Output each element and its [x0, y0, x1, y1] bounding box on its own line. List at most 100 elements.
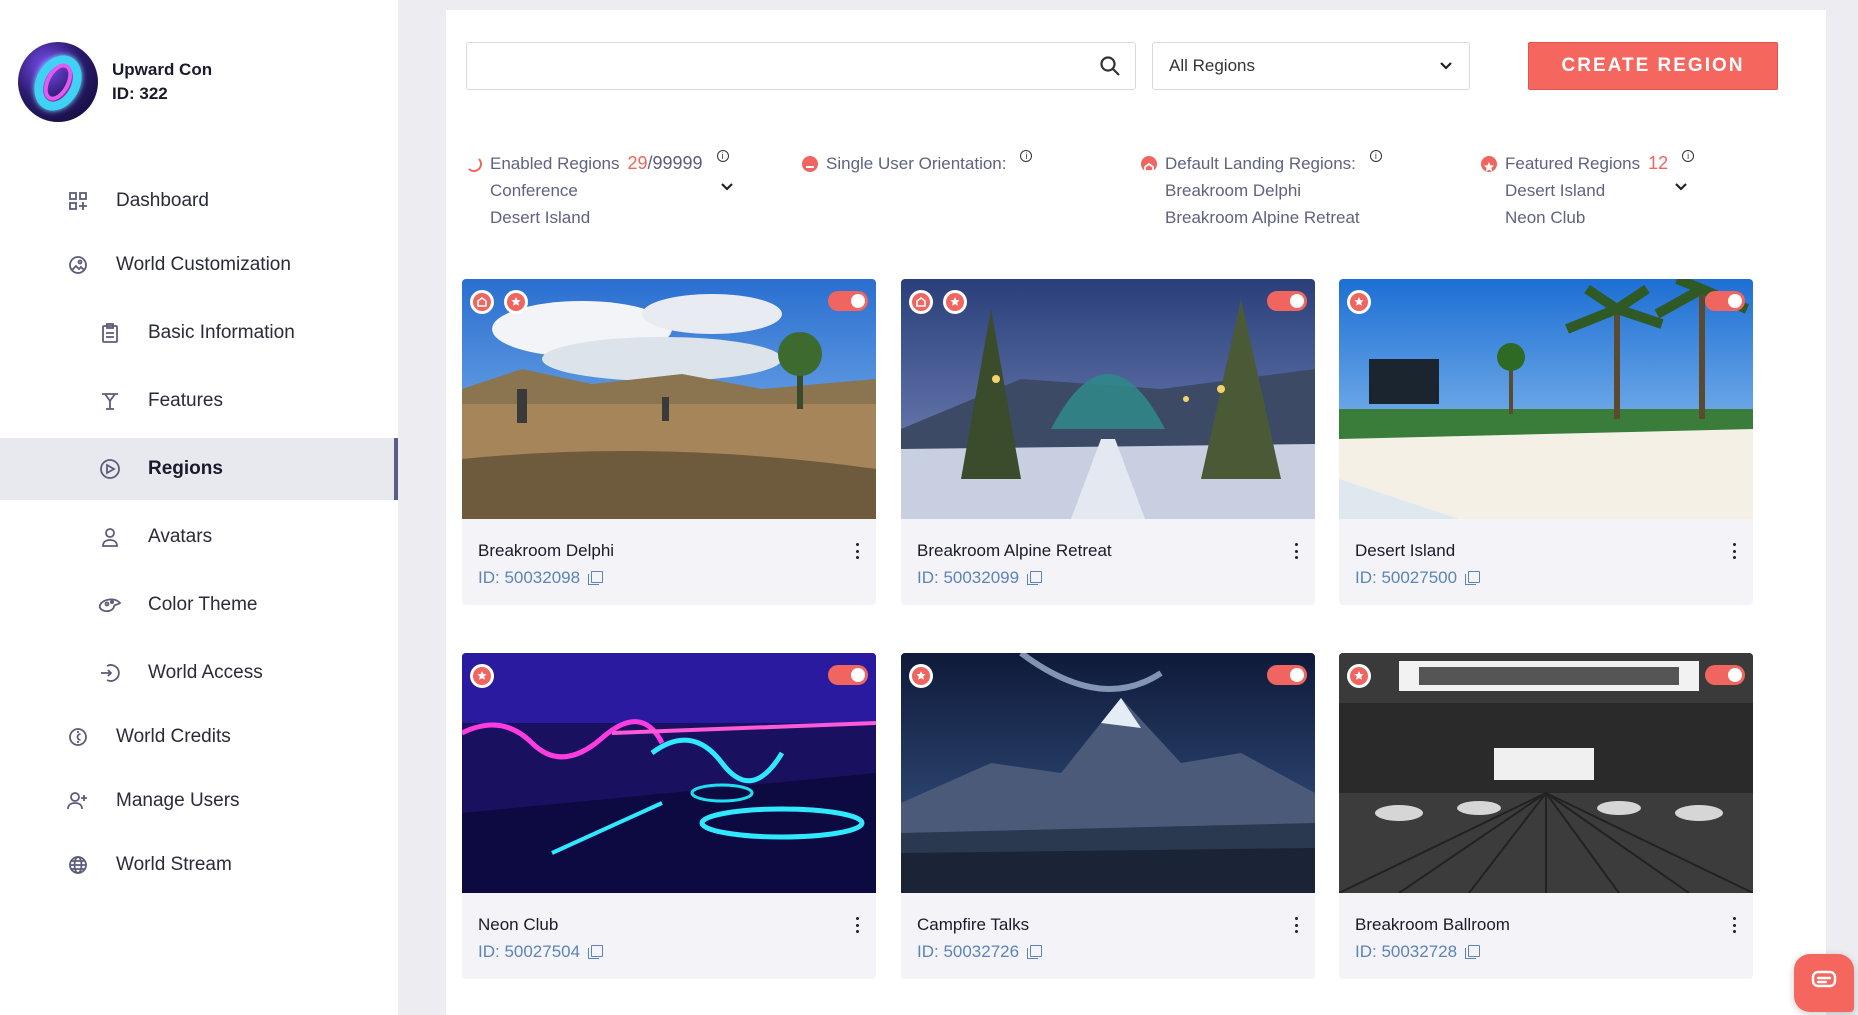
featured-star-badge: [1347, 664, 1371, 688]
region-id-text: ID: 50027500: [1355, 568, 1458, 587]
enabled-toggle[interactable]: [828, 665, 868, 685]
regions-icon: [98, 457, 122, 481]
more-options-icon[interactable]: [1733, 543, 1737, 559]
add-user-icon: [66, 789, 90, 813]
region-id-text: ID: 50027504: [478, 942, 581, 961]
region-card[interactable]: Campfire Talks ID: 50032726: [901, 653, 1315, 979]
region-card[interactable]: Neon Club ID: 50027504: [462, 653, 876, 979]
features-icon: [98, 389, 122, 413]
sidebar-item-label: Avatars: [148, 526, 213, 547]
expand-enabled-chevron-icon[interactable]: [720, 180, 734, 194]
credits-icon: [66, 725, 90, 749]
enabled-toggle[interactable]: [828, 291, 868, 311]
list-item: Breakroom Alpine Retreat: [1165, 208, 1360, 227]
expand-featured-chevron-icon[interactable]: [1674, 180, 1688, 194]
chat-button[interactable]: [1794, 954, 1854, 1012]
sidebar-item-basic-information[interactable]: Basic Information: [0, 302, 398, 364]
single-user-orientation-stat: Single User Orientation: i: [802, 149, 1033, 177]
region-id: ID: 50032726: [917, 942, 1043, 962]
region-id: ID: 50027500: [1355, 568, 1481, 588]
copy-icon[interactable]: [1465, 570, 1481, 586]
info-icon[interactable]: i: [1020, 149, 1033, 162]
sidebar-item-world-customization[interactable]: World Customization: [0, 234, 398, 296]
default-landing-stat: Default Landing Regions: i Breakroom Del…: [1141, 149, 1382, 231]
palette-icon: [98, 593, 122, 617]
loading-icon: [466, 155, 482, 172]
default-landing-label: Default Landing Regions:: [1165, 154, 1356, 173]
enabled-toggle[interactable]: [1705, 291, 1745, 311]
region-thumbnail: [462, 653, 876, 893]
sidebar-item-manage-users[interactable]: Manage Users: [0, 770, 398, 832]
sidebar-item-label: Color Theme: [148, 594, 258, 615]
world-avatar: [18, 42, 98, 122]
regions-panel: All Regions CREATE REGION Enabled Region…: [446, 10, 1826, 1015]
enabled-regions-stat: Enabled Regions 29/99999 i Conference De…: [466, 149, 729, 231]
region-name: Neon Club: [478, 915, 559, 934]
region-name: Campfire Talks: [917, 915, 1030, 934]
info-icon[interactable]: i: [716, 149, 729, 162]
clipboard-icon: [98, 321, 122, 345]
orientation-label: Single User Orientation:: [826, 154, 1007, 173]
featured-star-badge: [470, 664, 494, 688]
region-name: Breakroom Ballroom: [1355, 915, 1510, 934]
sidebar-item-label: Manage Users: [116, 790, 240, 811]
sidebar-item-avatars[interactable]: Avatars: [0, 506, 398, 568]
sidebar-item-regions[interactable]: Regions: [0, 438, 398, 500]
home-icon: [1141, 155, 1157, 172]
copy-icon[interactable]: [588, 944, 604, 960]
sidebar-item-world-stream[interactable]: World Stream: [0, 834, 398, 896]
region-thumbnail: [901, 653, 1315, 893]
sidebar-item-label: World Credits: [116, 726, 231, 747]
more-options-icon[interactable]: [1733, 917, 1737, 933]
sidebar-item-world-access[interactable]: World Access: [0, 642, 398, 704]
sidebar-item-color-theme[interactable]: Color Theme: [0, 574, 398, 636]
more-options-icon[interactable]: [1295, 917, 1299, 933]
enabled-toggle[interactable]: [1267, 665, 1307, 685]
profile-name: Upward Con: [112, 60, 213, 79]
profile-block[interactable]: Upward Con ID: 322: [18, 42, 212, 122]
region-card[interactable]: Breakroom Ballroom ID: 50032728: [1339, 653, 1753, 979]
search-input[interactable]: [466, 42, 1136, 90]
more-options-icon[interactable]: [856, 917, 860, 933]
chat-icon: [1811, 970, 1837, 997]
create-region-button[interactable]: CREATE REGION: [1528, 42, 1778, 90]
image-icon: [66, 253, 90, 277]
dashboard-icon: [66, 189, 90, 213]
search-icon[interactable]: [1099, 55, 1121, 77]
list-item: Conference: [490, 181, 578, 200]
copy-icon[interactable]: [1465, 944, 1481, 960]
enabled-regions-label: Enabled Regions: [490, 154, 620, 173]
sidebar-item-dashboard[interactable]: Dashboard: [0, 170, 398, 232]
sidebar: Upward Con ID: 322 Dashboard World Custo…: [0, 0, 398, 1015]
sidebar-item-label: World Customization: [116, 254, 291, 275]
region-id: ID: 50032098: [478, 568, 604, 588]
region-thumbnail: [901, 279, 1315, 519]
info-icon[interactable]: i: [1369, 149, 1382, 162]
enabled-toggle[interactable]: [1267, 291, 1307, 311]
featured-star-badge: [1347, 290, 1371, 314]
list-item: Desert Island: [1505, 181, 1606, 200]
region-card[interactable]: Desert Island ID: 50027500: [1339, 279, 1753, 605]
region-id: ID: 50027504: [478, 942, 604, 962]
sidebar-item-features[interactable]: Features: [0, 370, 398, 432]
star-icon: [1481, 155, 1497, 172]
sidebar-item-world-credits[interactable]: World Credits: [0, 706, 398, 768]
region-card[interactable]: Breakroom Alpine Retreat ID: 50032099: [901, 279, 1315, 605]
search-field[interactable]: [479, 43, 1079, 87]
region-card[interactable]: Breakroom Delphi ID: 50032098: [462, 279, 876, 605]
sidebar-item-label: Basic Information: [148, 322, 295, 343]
copy-icon[interactable]: [1027, 944, 1043, 960]
featured-star-badge: [943, 290, 967, 314]
enabled-toggle[interactable]: [1705, 665, 1745, 685]
copy-icon[interactable]: [588, 570, 604, 586]
more-options-icon[interactable]: [856, 543, 860, 559]
info-icon[interactable]: i: [1682, 149, 1695, 162]
sign-in-icon: [98, 661, 122, 685]
sidebar-item-label: Regions: [148, 458, 223, 479]
copy-icon[interactable]: [1027, 570, 1043, 586]
featured-regions-count: 12: [1648, 153, 1669, 173]
more-options-icon[interactable]: [1295, 543, 1299, 559]
region-filter-select[interactable]: All Regions: [1152, 42, 1470, 90]
featured-regions-stat: Featured Regions 12 i Desert Island Neon…: [1481, 149, 1695, 231]
user-icon: [98, 525, 122, 549]
